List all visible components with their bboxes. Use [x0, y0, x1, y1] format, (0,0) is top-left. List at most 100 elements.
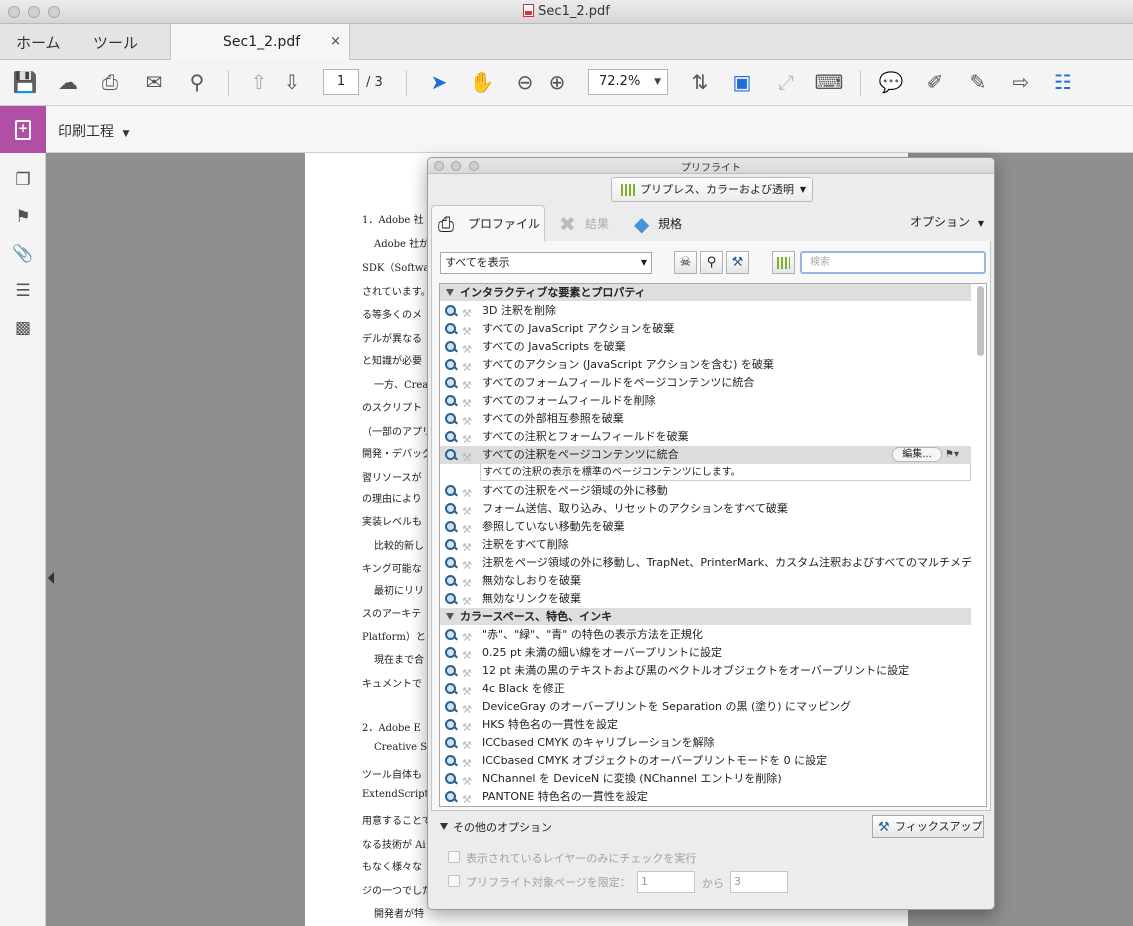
previous-page-icon[interactable]: ⇧: [246, 69, 272, 95]
fixup-list-item[interactable]: ⚒ HKS 特色名の一貫性を設定: [440, 716, 971, 734]
fixup-list-item[interactable]: ⚒ 注釈をすべて削除: [440, 536, 971, 554]
fixup-list-item[interactable]: ⚒ すべてのアクション (JavaScript アクションを含む) を破棄: [440, 356, 971, 374]
close-tab-icon[interactable]: ×: [330, 34, 341, 49]
document-text-line: （一部のアプリ: [362, 427, 432, 438]
fixup-list-item[interactable]: ⚒ 3D 注釈を削除: [440, 302, 971, 320]
highlight-pen-icon[interactable]: ✐: [922, 69, 948, 95]
fixup-list-item[interactable]: ⚒ すべての JavaScripts を破棄: [440, 338, 971, 356]
fixup-description: すべての注釈の表示を標準のページコンテンツにします。: [480, 464, 971, 481]
tab-document[interactable]: Sec1_2.pdf ×: [170, 24, 350, 60]
fixup-list-item[interactable]: ⚒ 参照していない移動先を破棄: [440, 518, 971, 536]
print-production-icon[interactable]: ☷: [1050, 69, 1076, 95]
fixup-list-item[interactable]: ⚒ DeviceGray のオーバープリントを Separation の黒 (塗り…: [440, 698, 971, 716]
zoom-in-icon[interactable]: ⊕: [544, 69, 570, 95]
fixup-item-label: 注釈をページ領域の外に移動し、TrapNet、PrinterMark、カスタム注…: [482, 556, 971, 569]
scrolling-mode-icon[interactable]: ⇅: [687, 69, 713, 95]
visible-layers-checkbox[interactable]: [448, 851, 460, 863]
page-to-input[interactable]: 3: [730, 871, 788, 893]
comment-icon[interactable]: 💬: [878, 69, 904, 95]
page-thumbnails-icon[interactable]: ❐: [11, 168, 35, 192]
print-icon[interactable]: ⎙: [97, 69, 123, 95]
tab-profiles[interactable]: ⎙ プロファイル: [431, 205, 545, 241]
edit-fixup-button[interactable]: 編集...: [892, 447, 942, 462]
keyboard-icon[interactable]: ⌨: [815, 69, 844, 95]
print-production-tool-icon[interactable]: [0, 106, 46, 153]
page-from-input[interactable]: 1: [637, 871, 695, 893]
fixup-list-item[interactable]: ⚒ ICCbased CMYK のキャリブレーションを解除: [440, 734, 971, 752]
select-cursor-icon[interactable]: ➤: [426, 69, 452, 95]
preflight-mode-select[interactable]: プリプレス、カラーおよび透明 ▼: [611, 177, 813, 202]
fixup-item-label: すべての JavaScripts を破棄: [482, 340, 626, 353]
search-icon[interactable]: ⚲: [184, 69, 210, 95]
tool-subbar: 印刷工程 ▼: [0, 106, 1133, 153]
layers-icon[interactable]: ☰: [11, 279, 35, 303]
fit-page-icon[interactable]: ▣: [729, 69, 755, 95]
check-filter-icon[interactable]: ⚲: [700, 251, 723, 274]
tool-title-menu[interactable]: 印刷工程 ▼: [58, 121, 129, 141]
fixup-list-item[interactable]: ⚒ 無効なしおりを破棄: [440, 572, 971, 590]
fixup-button[interactable]: ⚒ フィックスアップ: [872, 815, 984, 838]
group-header[interactable]: カラースペース、特色、インキ: [440, 608, 971, 625]
fixup-item-label: 3D 注釈を削除: [482, 304, 556, 317]
tab-tools[interactable]: ツール: [93, 32, 138, 53]
profile-filter-icon[interactable]: ☠: [674, 251, 697, 274]
fixup-filter-icon[interactable]: ⚒: [726, 251, 749, 274]
fixup-item-label: すべての注釈とフォームフィールドを破棄: [482, 430, 689, 443]
fixup-list-item[interactable]: ⚒ ICCbased CMYK オブジェクトのオーバープリントモードを 0 に設定: [440, 752, 971, 770]
zoom-out-icon[interactable]: ⊖: [512, 69, 538, 95]
fixup-list-item[interactable]: ⚒ 注釈をページ領域の外に移動し、TrapNet、PrinterMark、カスタム…: [440, 554, 971, 572]
attachment-icon[interactable]: 📎: [11, 242, 35, 266]
fixup-list-item[interactable]: ⚒ 無効なリンクを破棄: [440, 590, 971, 608]
tab-home[interactable]: ホーム: [16, 32, 61, 53]
content-icon[interactable]: ▩: [11, 316, 35, 340]
group-header[interactable]: インタラクティブな要素とプロパティ: [440, 284, 971, 301]
fixup-list-item[interactable]: ⚒ すべての注釈をページ領域の外に移動: [440, 482, 971, 500]
filter-select[interactable]: すべてを表示 ▼: [440, 252, 652, 274]
tab-document-label: Sec1_2.pdf: [223, 34, 301, 50]
magnifier-icon: [445, 629, 457, 641]
standards-icon: ◆: [634, 212, 650, 236]
fixup-item-label: 12 pt 未満の黒のテキストおよび黒のベクトルオブジェクトをオーバープリントに…: [482, 664, 910, 677]
fixup-list-item[interactable]: ⚒ すべてのフォームフィールドを削除: [440, 392, 971, 410]
fixup-list-item[interactable]: ⚒ 0.25 pt 未満の細い線をオーバープリントに設定: [440, 644, 971, 662]
list-scrollbar[interactable]: [977, 286, 984, 356]
wrench-icon: ⚒: [878, 820, 890, 835]
more-options-toggle[interactable]: その他のオプション: [440, 819, 552, 835]
fixup-list-item[interactable]: ⚒ フォーム送信、取り込み、リセットのアクションをすべて破棄: [440, 500, 971, 518]
email-icon[interactable]: ✉: [141, 69, 167, 95]
hand-tool-icon[interactable]: ✋: [469, 69, 495, 95]
fixup-list-item[interactable]: ⚒ PANTONE 特色名の一貫性を設定: [440, 788, 971, 806]
upload-icon[interactable]: ☁: [55, 69, 81, 95]
fixup-list-item[interactable]: ⚒ NChannel を DeviceN に変換 (NChannel エントリを削…: [440, 770, 971, 788]
magnifier-icon: [445, 485, 457, 497]
fixup-item-label: 4c Black を修正: [482, 682, 565, 695]
fixup-list-item[interactable]: ⚒ すべての注釈とフォームフィールドを破棄: [440, 428, 971, 446]
document-text-line: 一方、Creat: [374, 380, 433, 391]
dialog-titlebar: プリフライト: [428, 158, 994, 174]
tab-standards[interactable]: ◆ 規格: [628, 206, 682, 240]
page-range-checkbox[interactable]: [448, 875, 460, 887]
save-icon[interactable]: 💾: [12, 69, 38, 95]
fixup-list-item[interactable]: ⚒ すべての外部相互参照を破棄: [440, 410, 971, 428]
preflight-bars-icon[interactable]: [772, 251, 795, 274]
flag-menu-icon[interactable]: ⚑▾: [945, 447, 967, 462]
options-menu[interactable]: オプション ▼: [910, 213, 984, 230]
fixup-list-item[interactable]: ⚒ 4c Black を修正: [440, 680, 971, 698]
collapse-panel-icon[interactable]: [48, 572, 54, 584]
export-pdf-icon[interactable]: ⇨: [1008, 69, 1034, 95]
fixup-list-item[interactable]: ⚒ 12 pt 未満の黒のテキストおよび黒のベクトルオブジェクトをオーバープリント…: [440, 662, 971, 680]
bookmark-icon[interactable]: ⚑: [11, 205, 35, 229]
tab-results[interactable]: ✖ 結果: [553, 206, 609, 240]
fill-sign-icon[interactable]: ✎: [965, 69, 991, 95]
fixup-list-item[interactable]: ⚒ すべての注釈をページコンテンツに統合 編集... ⚑▾: [440, 446, 971, 464]
zoom-select[interactable]: 72.2% ▼: [588, 69, 668, 95]
fixup-list-item[interactable]: ⚒ すべてのフォームフィールドをページコンテンツに統合: [440, 374, 971, 392]
fixup-item-label: PANTONE 特色名の一貫性を設定: [482, 790, 648, 803]
fixup-item-label: 参照していない移動先を破棄: [482, 520, 625, 533]
search-input[interactable]: 検索: [800, 251, 986, 274]
fixup-list-item[interactable]: ⚒ すべての JavaScript アクションを破棄: [440, 320, 971, 338]
fixup-list-item[interactable]: ⚒ "赤"、"緑"、"青" の特色の表示方法を正規化: [440, 626, 971, 644]
full-screen-icon[interactable]: ⤢: [773, 69, 799, 95]
page-number-input[interactable]: 1: [323, 69, 359, 95]
next-page-icon[interactable]: ⇩: [279, 69, 305, 95]
